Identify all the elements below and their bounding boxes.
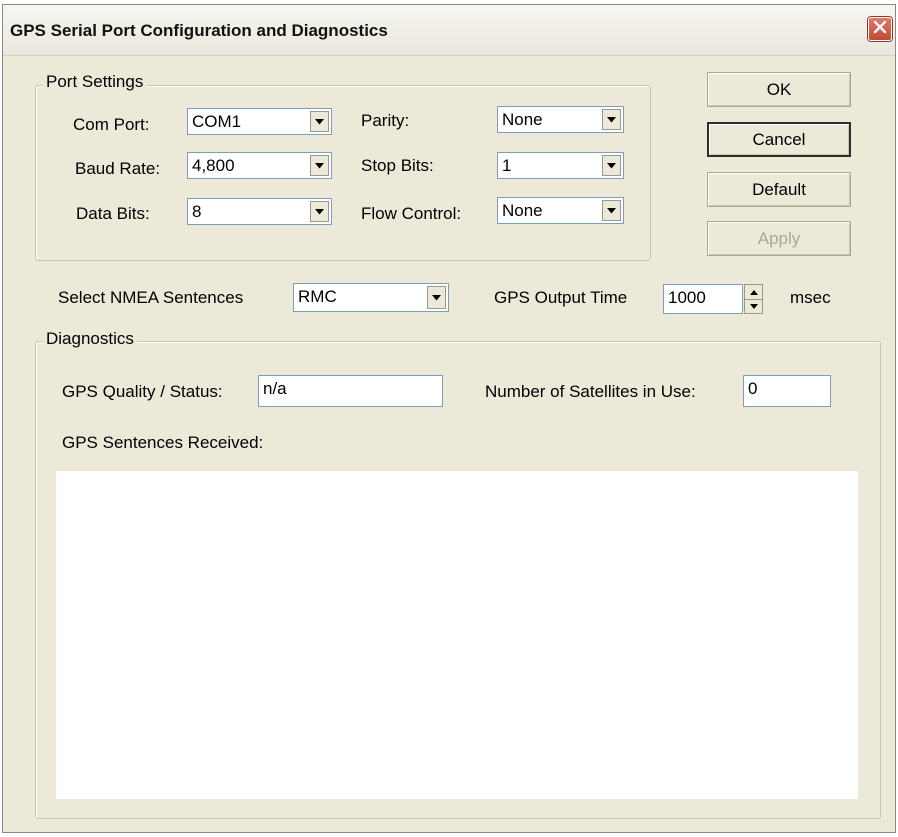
close-button[interactable] bbox=[868, 17, 892, 41]
port-settings-legend: Port Settings bbox=[43, 72, 147, 92]
stop-bits-value: 1 bbox=[502, 156, 512, 175]
spin-up-icon[interactable] bbox=[745, 285, 762, 300]
com-port-select[interactable]: COM1 bbox=[187, 108, 332, 135]
spin-down-icon[interactable] bbox=[745, 299, 762, 313]
diagnostics-legend: Diagnostics bbox=[43, 329, 137, 349]
chevron-down-icon[interactable] bbox=[310, 111, 329, 132]
ok-button[interactable]: OK bbox=[707, 72, 851, 107]
parity-label: Parity: bbox=[361, 111, 410, 130]
chevron-down-icon[interactable] bbox=[602, 155, 621, 176]
stop-bits-select[interactable]: 1 bbox=[497, 152, 624, 179]
stop-bits-label: Stop Bits: bbox=[361, 156, 434, 175]
title-bar[interactable]: GPS Serial Port Configuration and Diagno… bbox=[3, 5, 895, 56]
sentences-textarea[interactable] bbox=[56, 471, 858, 799]
sentences-label: GPS Sentences Received: bbox=[62, 433, 264, 452]
apply-button[interactable]: Apply bbox=[707, 221, 851, 256]
close-icon bbox=[873, 19, 887, 39]
output-time-input[interactable]: 1000 bbox=[663, 284, 743, 314]
com-port-value: COM1 bbox=[192, 112, 242, 131]
chevron-down-icon[interactable] bbox=[602, 109, 621, 130]
chevron-down-icon[interactable] bbox=[310, 201, 329, 222]
window-title: GPS Serial Port Configuration and Diagno… bbox=[10, 21, 388, 40]
parity-value: None bbox=[502, 110, 543, 129]
satellites-field: 0 bbox=[743, 375, 831, 407]
gps-quality-value: n/a bbox=[263, 379, 287, 398]
flow-control-select[interactable]: None bbox=[497, 197, 624, 224]
gps-quality-label: GPS Quality / Status: bbox=[62, 382, 223, 401]
output-time-unit: msec bbox=[790, 288, 831, 307]
parity-select[interactable]: None bbox=[497, 106, 624, 133]
chevron-down-icon[interactable] bbox=[310, 155, 329, 176]
cancel-button[interactable]: Cancel bbox=[707, 122, 851, 157]
com-port-label: Com Port: bbox=[73, 115, 150, 134]
flow-control-value: None bbox=[502, 201, 543, 220]
output-time-value: 1000 bbox=[668, 288, 706, 307]
nmea-select[interactable]: RMC bbox=[293, 283, 449, 312]
gps-quality-field: n/a bbox=[258, 375, 443, 407]
data-bits-select[interactable]: 8 bbox=[187, 198, 332, 225]
satellites-label: Number of Satellites in Use: bbox=[485, 382, 696, 401]
output-time-label: GPS Output Time bbox=[494, 288, 628, 307]
baud-rate-label: Baud Rate: bbox=[75, 159, 161, 178]
data-bits-value: 8 bbox=[192, 202, 202, 221]
output-time-spinner[interactable] bbox=[744, 284, 763, 314]
chevron-down-icon[interactable] bbox=[602, 200, 621, 221]
baud-rate-value: 4,800 bbox=[192, 156, 235, 175]
nmea-value: RMC bbox=[298, 287, 337, 306]
flow-control-label: Flow Control: bbox=[361, 204, 462, 223]
default-button[interactable]: Default bbox=[707, 172, 851, 207]
satellites-value: 0 bbox=[748, 379, 758, 398]
baud-rate-select[interactable]: 4,800 bbox=[187, 152, 332, 179]
data-bits-label: Data Bits: bbox=[76, 204, 150, 223]
nmea-label: Select NMEA Sentences bbox=[58, 288, 244, 307]
chevron-down-icon[interactable] bbox=[427, 286, 446, 309]
